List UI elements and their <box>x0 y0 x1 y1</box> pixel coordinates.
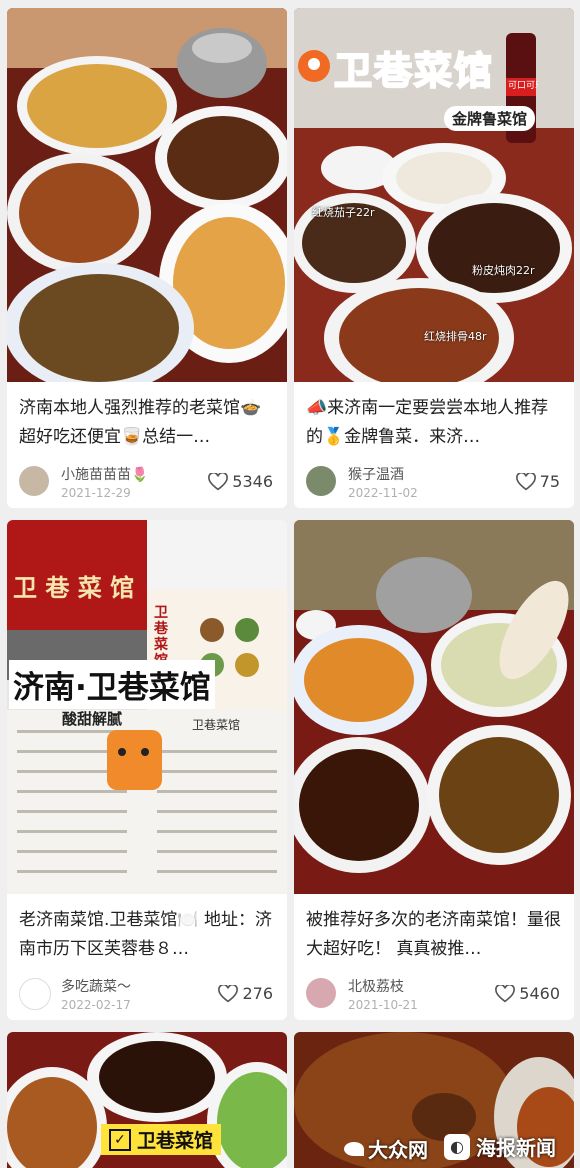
cola-label: 可口可乐 <box>508 81 538 91</box>
badge-text: 卫巷菜馆 <box>137 1130 214 1152</box>
chat-bubble-icon: ◐ <box>444 1133 470 1160</box>
feed-card-6[interactable]: 大众网 ◐ 海报新闻 <box>294 1032 574 1168</box>
card-6-photo[interactable]: 大众网 ◐ 海报新闻 <box>294 1032 574 1168</box>
like-count: 75 <box>539 472 560 491</box>
watermark-haibao: ◐ 海报新闻 <box>444 1132 556 1161</box>
like-count: 5346 <box>232 472 273 491</box>
checkmark-badge: ✓ 卫巷菜馆 <box>101 1124 222 1155</box>
feed-card-1[interactable]: 济南本地人强烈推荐的老菜馆🍲超好吃还便宜🥃总结一… 小施苗苗苗🌷 2021-12… <box>7 8 287 508</box>
watermark-dazhong: 大众网 <box>344 1134 428 1163</box>
card-4-title[interactable]: 被推荐好多次的老济南菜馆！量很大超好吃！ 真真被推… <box>306 906 564 964</box>
heart-icon <box>515 472 536 490</box>
like-count: 5460 <box>519 984 560 1003</box>
dish-label-3: 红烧排骨48r <box>424 330 487 343</box>
card-1-title[interactable]: 济南本地人强烈推荐的老菜馆🍲超好吃还便宜🥃总结一… <box>19 394 277 452</box>
feed-card-4[interactable]: 被推荐好多次的老济南菜馆！量很大超好吃！ 真真被推… 北极荔枝 2021-10-… <box>294 520 574 1020</box>
author-name[interactable]: 北极荔枝 <box>348 976 404 996</box>
food-photo-1 <box>7 8 287 382</box>
card-5-photo[interactable]: ✓ 卫巷菜馆 <box>7 1032 287 1168</box>
card-3-photo[interactable]: 卫 巷 菜 馆 卫巷菜馆 济南·卫巷菜馆 酸甜解腻 卫巷菜馆 <box>7 520 287 894</box>
feed-card-3[interactable]: 卫 巷 菜 馆 卫巷菜馆 济南·卫巷菜馆 酸甜解腻 卫巷菜馆 老济南菜馆.卫巷菜… <box>7 520 287 1020</box>
dish-label-1: 红烧茄子22r <box>312 206 375 219</box>
author-name[interactable]: 多吃蔬菜～ <box>61 976 131 996</box>
menu-subtitle: 酸甜解腻 <box>62 710 123 728</box>
gold-badge: 金牌鲁菜馆 <box>444 106 536 131</box>
card-4-photo[interactable] <box>294 520 574 894</box>
feed-card-5[interactable]: ✓ 卫巷菜馆 <box>7 1032 287 1168</box>
post-date: 2022-11-02 <box>348 486 418 500</box>
dish-label-2: 粉皮炖肉22r <box>472 264 535 277</box>
checkbox-icon: ✓ <box>109 1128 131 1151</box>
menu-title: 卫巷菜馆 <box>192 718 241 732</box>
restaurant-sign: 卫巷菜馆 <box>333 48 495 94</box>
storefront-sign: 卫 巷 菜 馆 <box>13 574 135 602</box>
avatar[interactable] <box>19 466 49 496</box>
author-name[interactable]: 猴子温酒 <box>348 464 404 484</box>
like-count: 276 <box>242 984 273 1003</box>
avatar[interactable] <box>306 978 336 1008</box>
avatar[interactable] <box>306 466 336 496</box>
card-2-photo[interactable]: 卫巷菜馆 金牌鲁菜馆 可口可乐 红烧茄子22r 粉皮炖肉22r 红烧排骨48r <box>294 8 574 382</box>
like-button[interactable]: 75 <box>515 472 560 491</box>
heart-icon <box>218 984 239 1002</box>
card-3-title[interactable]: 老济南菜馆.卫巷菜馆🍽️ 地址：济南市历下区芙蓉巷８… <box>19 906 277 964</box>
swoosh-icon <box>344 1141 364 1156</box>
food-photo-4 <box>294 520 574 894</box>
like-button[interactable]: 276 <box>218 984 273 1003</box>
card-2-title[interactable]: 📣来济南一定要尝尝本地人推荐的🥇金牌鲁菜．来济… <box>306 394 564 452</box>
location-banner: 济南·卫巷菜馆 <box>9 660 215 709</box>
avatar[interactable] <box>19 978 51 1010</box>
heart-icon <box>208 472 229 490</box>
like-button[interactable]: 5460 <box>495 984 560 1003</box>
author-name[interactable]: 小施苗苗苗🌷 <box>61 464 148 484</box>
feed-card-2[interactable]: 卫巷菜馆 金牌鲁菜馆 可口可乐 红烧茄子22r 粉皮炖肉22r 红烧排骨48r … <box>294 8 574 508</box>
heart-icon <box>495 984 516 1002</box>
post-date: 2021-12-29 <box>61 486 131 500</box>
card-1-photo[interactable] <box>7 8 287 382</box>
post-date: 2022-02-17 <box>61 998 131 1012</box>
post-date: 2021-10-21 <box>348 998 418 1012</box>
like-button[interactable]: 5346 <box>208 472 273 491</box>
